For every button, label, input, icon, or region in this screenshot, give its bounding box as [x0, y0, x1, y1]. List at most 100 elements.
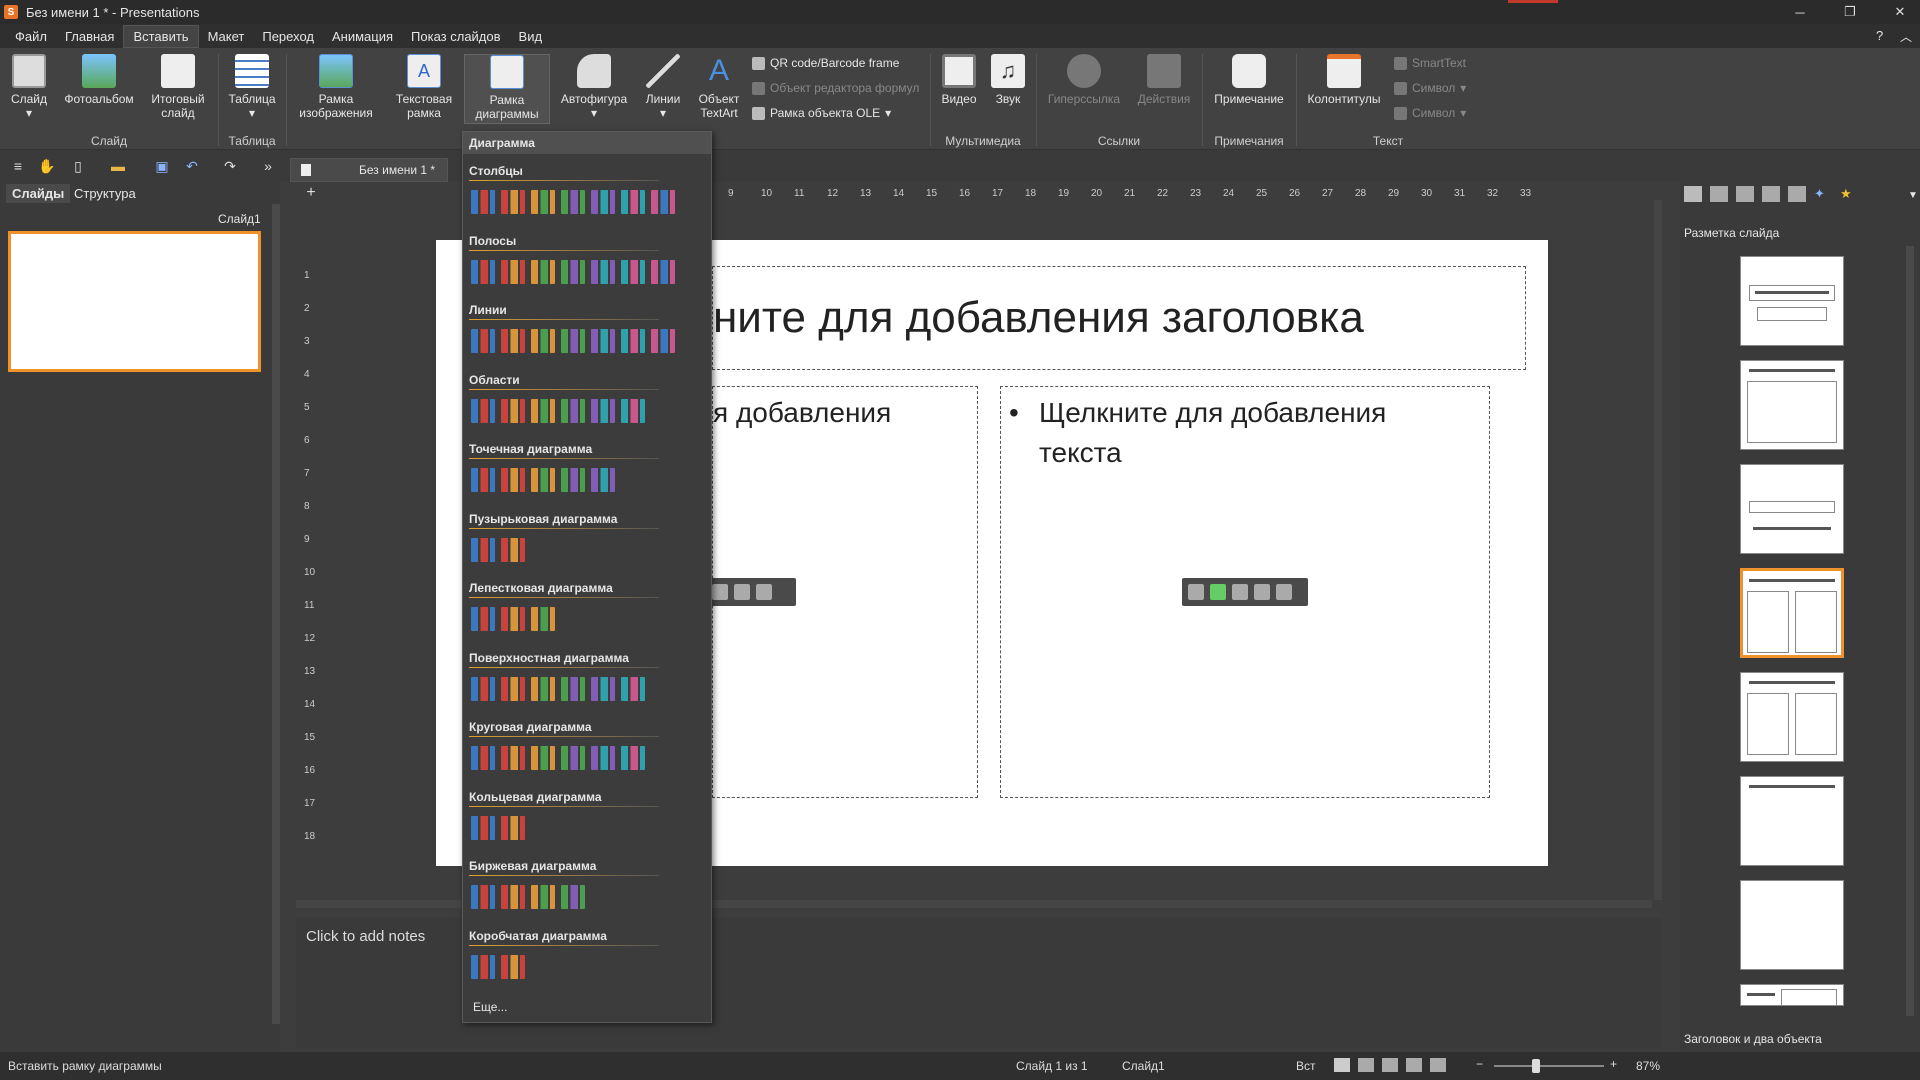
ruler-origin-icon[interactable]: +	[302, 185, 320, 202]
chart-type-icon[interactable]	[651, 259, 675, 284]
chart-type-icon[interactable]	[621, 676, 645, 701]
chart-type-icon[interactable]	[531, 676, 555, 701]
chart-type-icon[interactable]	[501, 329, 525, 353]
menu-home[interactable]: Главная	[56, 26, 123, 47]
collapse-ribbon-icon[interactable]: ︿	[1900, 28, 1912, 45]
chart-type-icon[interactable]	[501, 954, 525, 979]
chart-type-icon[interactable]	[621, 398, 645, 423]
ole-frame-button[interactable]: Рамка объекта OLE ▾	[752, 106, 891, 120]
tab-slides[interactable]: Слайды	[6, 184, 71, 203]
chart-type-icon[interactable]	[471, 676, 495, 701]
chart-type-icon[interactable]	[471, 885, 495, 909]
chart-type-icon[interactable]	[561, 885, 585, 909]
help-icon[interactable]: ?	[1876, 28, 1883, 43]
menu-animation[interactable]: Анимация	[323, 26, 402, 47]
chart-type-icon[interactable]	[471, 259, 495, 284]
chart-type-icon[interactable]	[471, 954, 495, 979]
sound-button[interactable]: ♫ Звук	[988, 54, 1028, 106]
table-button[interactable]: Таблица ▾	[224, 54, 280, 120]
chart-type-icon[interactable]	[561, 190, 585, 214]
slide-thumbnail[interactable]	[8, 231, 261, 372]
chart-type-icon[interactable]	[591, 259, 615, 284]
chart-type-icon[interactable]	[591, 190, 615, 214]
sorter-view-icon[interactable]	[1358, 1058, 1374, 1072]
chart-type-icon[interactable]	[531, 468, 555, 492]
chart-type-icon[interactable]	[561, 746, 585, 770]
chart-type-icon[interactable]	[501, 259, 525, 284]
menu-transition[interactable]: Переход	[253, 26, 323, 47]
text-frame-button[interactable]: A Текстовая рамка	[392, 54, 456, 120]
chart-type-icon[interactable]	[501, 537, 525, 562]
chart-type-icon[interactable]	[471, 329, 495, 353]
zoom-slider[interactable]	[1494, 1065, 1604, 1067]
layout-thumb-blank[interactable]	[1740, 880, 1844, 970]
undo-icon[interactable]: ↶	[184, 158, 200, 174]
chart-type-icon[interactable]	[471, 398, 495, 423]
layout-panel-icon[interactable]	[1684, 186, 1702, 202]
chart-type-icon[interactable]	[621, 329, 645, 353]
chart-type-icon[interactable]	[621, 746, 645, 770]
notes-placeholder[interactable]: Click to add notes	[306, 928, 425, 945]
symbol-button-2[interactable]: Символ ▾	[1394, 106, 1466, 120]
zoom-slider-thumb[interactable]	[1532, 1059, 1540, 1073]
chart-type-icon[interactable]	[621, 190, 645, 214]
chart-type-icon[interactable]	[531, 259, 555, 284]
layout-thumb-two-content[interactable]	[1740, 568, 1844, 658]
chart-type-icon[interactable]	[531, 885, 555, 909]
symbol-button-1[interactable]: Символ ▾	[1394, 81, 1466, 95]
chart-type-icon[interactable]	[501, 676, 525, 701]
slide-scrollbar[interactable]	[1654, 200, 1662, 900]
chart-type-icon[interactable]	[501, 398, 525, 423]
zoom-level[interactable]: 87%	[1636, 1059, 1660, 1073]
qr-barcode-button[interactable]: QR code/Barcode frame	[752, 56, 899, 70]
menu-slideshow[interactable]: Показ слайдов	[402, 26, 510, 47]
status-insert-mode[interactable]: Вст	[1296, 1059, 1316, 1073]
transition-panel-icon[interactable]	[1736, 186, 1754, 202]
headers-footers-button[interactable]: Колонтитулы	[1302, 54, 1386, 106]
chart-type-icon[interactable]	[471, 607, 495, 631]
chart-type-icon[interactable]	[591, 329, 615, 353]
close-icon[interactable]: ✕	[1880, 0, 1920, 24]
actions-button[interactable]: Действия	[1132, 54, 1196, 106]
chart-type-icon[interactable]	[531, 329, 555, 353]
favorites-star-icon[interactable]: ★	[1840, 186, 1858, 202]
chart-type-icon[interactable]	[651, 190, 675, 214]
restore-icon[interactable]: ❐	[1830, 0, 1870, 24]
insert-object-toolbar-left[interactable]	[706, 578, 796, 606]
menu-layout[interactable]: Макет	[199, 26, 254, 47]
chart-type-icon[interactable]	[651, 329, 675, 353]
photoalbum-button[interactable]: Фотоальбом	[62, 54, 136, 106]
more-icon[interactable]: »	[260, 158, 276, 174]
handout-view-icon[interactable]	[1382, 1058, 1398, 1072]
chart-type-icon[interactable]	[561, 676, 585, 701]
chart-type-icon[interactable]	[531, 746, 555, 770]
image-frame-button[interactable]: Рамка изображения	[294, 54, 378, 120]
chart-type-icon[interactable]	[531, 607, 555, 631]
hyperlink-button[interactable]: Гиперссылка	[1044, 54, 1124, 106]
chart-type-icon[interactable]	[561, 329, 585, 353]
chart-type-icon[interactable]	[561, 468, 585, 492]
vertical-ruler[interactable]: 1 2 3 4 5 6 7 8 9 10 11 12 13 14 15 16 17 18	[302, 236, 320, 866]
chart-type-icon[interactable]	[471, 746, 495, 770]
chart-type-icon[interactable]	[621, 259, 645, 284]
chart-type-icon[interactable]	[471, 537, 495, 562]
layout-thumb-comparison[interactable]	[1740, 672, 1844, 762]
chart-type-icon[interactable]	[591, 398, 615, 423]
save-icon[interactable]: ▣	[154, 158, 170, 174]
insert-object-icon[interactable]	[1254, 584, 1270, 600]
minimize-icon[interactable]: ─	[1780, 0, 1820, 24]
effects-panel-icon[interactable]: ✦	[1814, 186, 1832, 202]
more-charts-link[interactable]: Еще...	[473, 1000, 507, 1014]
layout-thumb-title[interactable]	[1740, 256, 1844, 346]
object-panel-icon[interactable]	[1788, 186, 1806, 202]
notes-view-icon[interactable]	[1406, 1058, 1422, 1072]
slideshow-icon[interactable]	[1430, 1058, 1446, 1072]
insert-image-icon[interactable]	[1210, 584, 1226, 600]
chart-type-icon[interactable]	[471, 190, 495, 214]
title-placeholder[interactable]: ните для добавления заголовка	[712, 266, 1526, 370]
layout-thumb-title-only[interactable]	[1740, 776, 1844, 866]
chart-frame-button[interactable]: Рамка диаграммы	[464, 54, 550, 124]
hand-icon[interactable]: ✋	[38, 158, 55, 174]
tab-structure[interactable]: Структура	[68, 184, 142, 203]
zoom-out-icon[interactable]: −	[1476, 1057, 1483, 1071]
